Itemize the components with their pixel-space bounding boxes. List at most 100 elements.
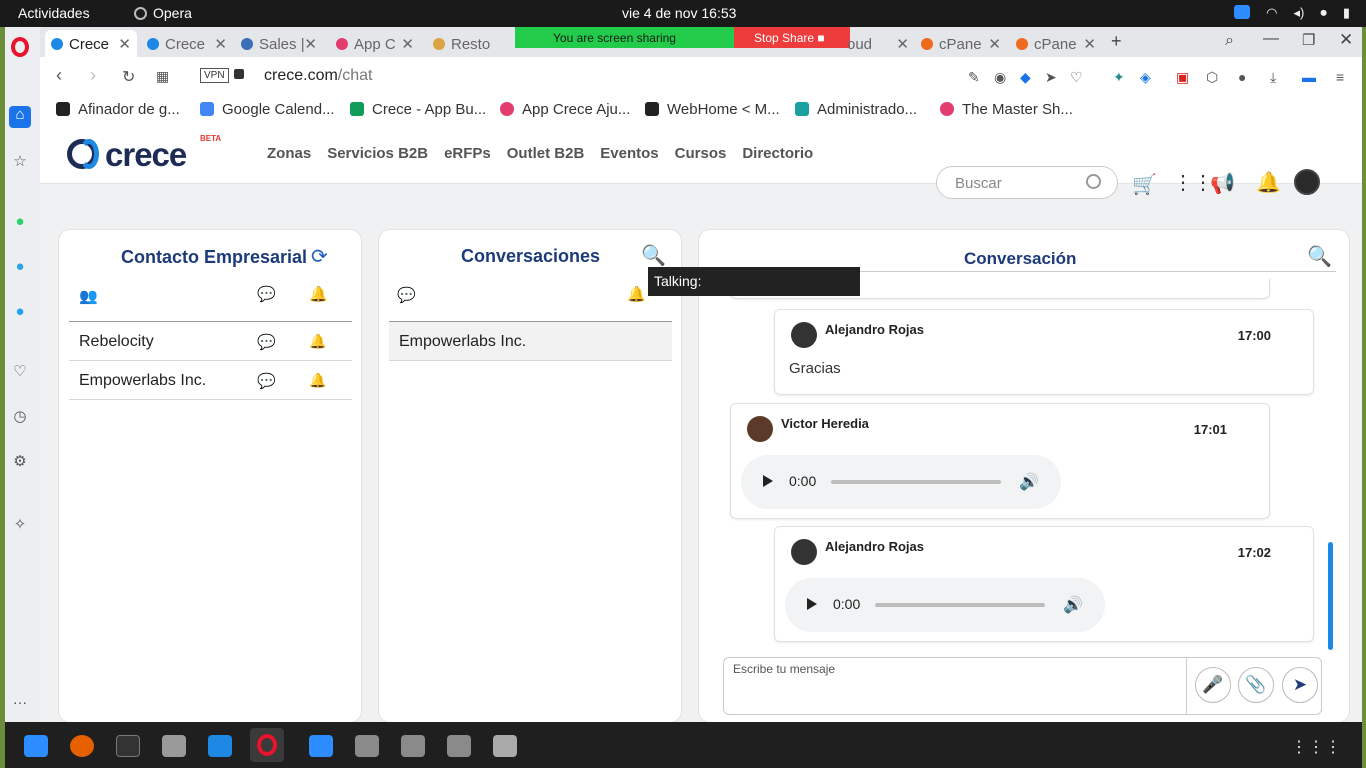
bookmark-crece-app[interactable]: Crece - App Bu... bbox=[350, 101, 486, 118]
audio-seek-bar[interactable] bbox=[875, 603, 1045, 607]
history-icon[interactable]: ◷ bbox=[11, 408, 29, 426]
search-icon[interactable] bbox=[1086, 174, 1101, 189]
notifications-bell-icon[interactable]: 🔔 bbox=[1256, 170, 1281, 195]
play-icon[interactable] bbox=[807, 598, 817, 610]
trash-icon[interactable] bbox=[493, 735, 517, 757]
bookmark-app-crece[interactable]: App Crece Aju... bbox=[500, 101, 630, 118]
microphone-button[interactable]: 🎤 bbox=[1195, 667, 1231, 703]
lock-icon[interactable] bbox=[234, 69, 244, 79]
tab-search-icon[interactable]: ⌕ bbox=[1225, 32, 1234, 50]
shield-icon[interactable]: ◆ bbox=[1020, 69, 1031, 86]
extension-2-icon[interactable]: ◈ bbox=[1140, 69, 1151, 86]
tab-restore[interactable]: Resto bbox=[427, 30, 515, 57]
back-icon[interactable]: ‹ bbox=[56, 65, 62, 86]
menu-outlet-b2b[interactable]: Outlet B2B bbox=[507, 145, 585, 162]
audio-seek-bar[interactable] bbox=[831, 480, 1001, 484]
tab-cpanel-2[interactable]: cPane ✕ bbox=[1010, 30, 1102, 57]
vpn-badge[interactable]: VPN bbox=[200, 68, 229, 83]
settings-icon[interactable]: ⚙ bbox=[11, 453, 29, 471]
messages-list[interactable]: Alejandro Rojas 17:00 Gracias Victor Her… bbox=[714, 279, 1320, 644]
opera-dock-icon[interactable] bbox=[250, 728, 284, 762]
new-tab-icon[interactable]: + bbox=[1111, 31, 1122, 52]
search-messages-icon[interactable]: 🔍 bbox=[1307, 244, 1332, 269]
home-icon[interactable]: ⌂ bbox=[9, 106, 31, 128]
forward-icon[interactable]: › bbox=[90, 65, 96, 86]
show-apps-icon[interactable]: ⋮⋮⋮ bbox=[1291, 737, 1342, 757]
tab-sales[interactable]: Sales | ✕ bbox=[235, 30, 323, 57]
tab-cloud[interactable]: oud ✕ bbox=[835, 30, 915, 57]
cube-icon[interactable]: ⬡ bbox=[1206, 69, 1218, 86]
profile-icon[interactable]: ● bbox=[1238, 69, 1246, 85]
battery-saver-icon[interactable]: ▬ bbox=[1302, 69, 1316, 85]
close-tab-icon[interactable]: ✕ bbox=[988, 35, 1001, 53]
close-tab-icon[interactable]: ✕ bbox=[214, 35, 227, 53]
conversation-row[interactable]: Empowerlabs Inc. bbox=[389, 322, 672, 361]
zoom-app-2-icon[interactable] bbox=[309, 735, 333, 757]
twitter-icon[interactable]: ● bbox=[11, 303, 29, 321]
zoom-app-icon[interactable] bbox=[24, 735, 48, 757]
close-tab-icon[interactable]: ✕ bbox=[1083, 35, 1096, 53]
tab-cpanel[interactable]: cPane ✕ bbox=[915, 30, 1007, 57]
minimize-icon[interactable]: — bbox=[1263, 30, 1279, 48]
close-tab-icon[interactable]: ✕ bbox=[304, 35, 317, 53]
vscode-icon[interactable] bbox=[208, 735, 232, 757]
menu-eventos[interactable]: Eventos bbox=[600, 145, 658, 162]
clock[interactable]: vie 4 de nov 16:53 bbox=[622, 5, 736, 21]
ssd-drive-icon[interactable] bbox=[355, 735, 379, 757]
send-button[interactable]: ➤ bbox=[1282, 667, 1318, 703]
tab-app-crece[interactable]: App C ✕ bbox=[330, 30, 420, 57]
site-search-input[interactable]: Buscar bbox=[936, 166, 1118, 199]
tab-crece[interactable]: Crece ✕ bbox=[141, 30, 233, 57]
play-icon[interactable] bbox=[763, 475, 773, 487]
megaphone-icon[interactable]: 📢 bbox=[1210, 171, 1235, 196]
chat-sort-icon[interactable]: 💬 bbox=[257, 285, 276, 303]
star-icon[interactable]: ☆ bbox=[11, 153, 29, 171]
bell-muted-icon[interactable]: 🔔 bbox=[309, 333, 326, 350]
attach-button[interactable]: 📎 bbox=[1238, 667, 1274, 703]
bookmark-google-calendar[interactable]: Google Calend... bbox=[200, 101, 335, 118]
firefox-icon[interactable] bbox=[70, 735, 94, 757]
close-window-icon[interactable]: ✕ bbox=[1339, 30, 1353, 50]
maximize-icon[interactable]: ❐ bbox=[1302, 31, 1315, 49]
bookmark-master[interactable]: The Master Sh... bbox=[940, 101, 1073, 118]
activities-button[interactable]: Actividades bbox=[18, 5, 90, 21]
menu-zonas[interactable]: Zonas bbox=[267, 145, 311, 162]
apps-grid-icon[interactable]: ⋮⋮ bbox=[1173, 170, 1213, 195]
extension-icon[interactable]: ✦ bbox=[1113, 69, 1125, 86]
close-tab-icon[interactable]: ✕ bbox=[896, 35, 909, 53]
url-field[interactable]: crece.com/chat bbox=[264, 67, 372, 85]
system-tray[interactable]: ◠ ◂) ⏺ ▮ bbox=[1234, 5, 1350, 21]
telegram-icon[interactable]: ● bbox=[11, 258, 29, 276]
user-avatar[interactable] bbox=[1294, 169, 1320, 195]
refresh-icon[interactable]: ⟳ bbox=[311, 244, 328, 269]
ssd-drive-icon[interactable] bbox=[401, 735, 425, 757]
more-icon[interactable]: … bbox=[11, 691, 29, 709]
bookmark-administrador[interactable]: Administrado... bbox=[795, 101, 917, 118]
audio-player[interactable]: 0:00 🔊 bbox=[785, 578, 1105, 632]
chat-sort-icon[interactable]: 💬 bbox=[397, 286, 416, 304]
volume-icon[interactable]: 🔊 bbox=[1063, 595, 1083, 615]
contact-row[interactable]: Empowerlabs Inc. 💬 🔔 bbox=[69, 361, 352, 400]
send-icon[interactable]: ➤ bbox=[1045, 69, 1057, 86]
zoom-tray-icon[interactable] bbox=[1234, 5, 1251, 19]
opera-logo-icon[interactable] bbox=[11, 37, 29, 57]
menu-erfps[interactable]: eRFPs bbox=[444, 145, 491, 162]
cart-icon[interactable]: 🛒 bbox=[1132, 172, 1157, 197]
group-icon[interactable]: 👥 bbox=[79, 287, 98, 305]
bookmark-afinador[interactable]: Afinador de g... bbox=[56, 101, 180, 118]
bookmark-webhome[interactable]: WebHome < M... bbox=[645, 101, 780, 118]
terminal-icon[interactable] bbox=[116, 735, 140, 757]
close-tab-icon[interactable]: ✕ bbox=[401, 35, 414, 53]
menu-cursos[interactable]: Cursos bbox=[675, 145, 727, 162]
bell-sort-icon[interactable]: 🔔 bbox=[627, 285, 646, 303]
app-menu[interactable]: Opera bbox=[134, 5, 192, 21]
reload-icon[interactable]: ↻ bbox=[122, 67, 135, 87]
close-tab-icon[interactable]: ✕ bbox=[118, 35, 131, 53]
audio-player[interactable]: 0:00 🔊 bbox=[741, 455, 1061, 509]
files-icon[interactable] bbox=[162, 735, 186, 757]
volume-icon[interactable]: 🔊 bbox=[1019, 472, 1039, 492]
extension-off-icon[interactable]: ▣ bbox=[1176, 69, 1189, 86]
ssd-drive-icon[interactable] bbox=[447, 735, 471, 757]
download-icon[interactable]: ⤓ bbox=[1270, 69, 1276, 86]
crece-logo[interactable]: crece BETA bbox=[65, 134, 221, 174]
